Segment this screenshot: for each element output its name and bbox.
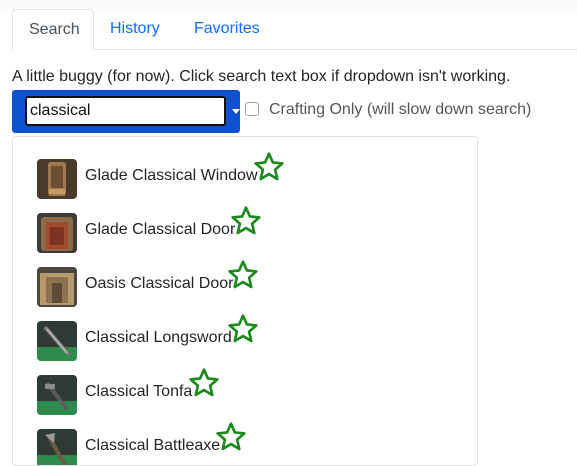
favorite-star-icon[interactable] xyxy=(230,205,262,237)
chevron-down-icon[interactable] xyxy=(232,109,240,114)
list-item[interactable]: Oasis Classical Door xyxy=(13,260,477,317)
favorite-star-icon[interactable] xyxy=(227,313,259,345)
list-item[interactable]: Classical Longsword xyxy=(13,314,477,371)
tab-favorites[interactable]: Favorites xyxy=(178,9,278,49)
window-thumbnail-icon xyxy=(37,159,77,199)
search-combobox[interactable] xyxy=(12,90,240,133)
list-item-label: Classical Tonfa xyxy=(85,383,193,400)
top-strip xyxy=(0,0,577,9)
notice-text: A little buggy (for now). Click search t… xyxy=(12,68,511,85)
list-item[interactable]: Classical Battleaxe xyxy=(13,422,477,465)
list-item-label: Oasis Classical Door xyxy=(85,275,234,292)
favorite-star-icon[interactable] xyxy=(253,151,285,183)
list-item[interactable]: Glade Classical Window xyxy=(13,152,477,209)
list-item-label: Classical Battleaxe xyxy=(85,437,221,454)
tonfa-thumbnail-icon xyxy=(37,375,77,415)
tab-history[interactable]: History xyxy=(94,9,179,49)
sword-thumbnail-icon xyxy=(37,321,77,361)
favorite-star-icon[interactable] xyxy=(215,421,247,453)
tab-bar: Search History Favorites xyxy=(12,9,577,50)
results-dropdown: Glade Classical Window Glade Classical D… xyxy=(12,136,478,466)
crafting-only-label[interactable]: Crafting Only (will slow down search) xyxy=(269,101,531,119)
list-item-label: Classical Longsword xyxy=(85,329,232,346)
crafting-only-checkbox[interactable] xyxy=(245,102,259,116)
tab-search[interactable]: Search xyxy=(12,9,94,50)
list-item[interactable]: Classical Tonfa xyxy=(13,368,477,425)
axe-thumbnail-icon xyxy=(37,429,77,465)
door-thumbnail-icon xyxy=(37,213,77,253)
favorite-star-icon[interactable] xyxy=(227,259,259,291)
search-input[interactable] xyxy=(25,96,226,126)
list-item[interactable]: Glade Classical Door xyxy=(13,206,477,263)
list-item-label: Glade Classical Window xyxy=(85,167,258,184)
favorite-star-icon[interactable] xyxy=(188,367,220,399)
list-item-label: Glade Classical Door xyxy=(85,221,236,238)
door-thumbnail-icon xyxy=(37,267,77,307)
